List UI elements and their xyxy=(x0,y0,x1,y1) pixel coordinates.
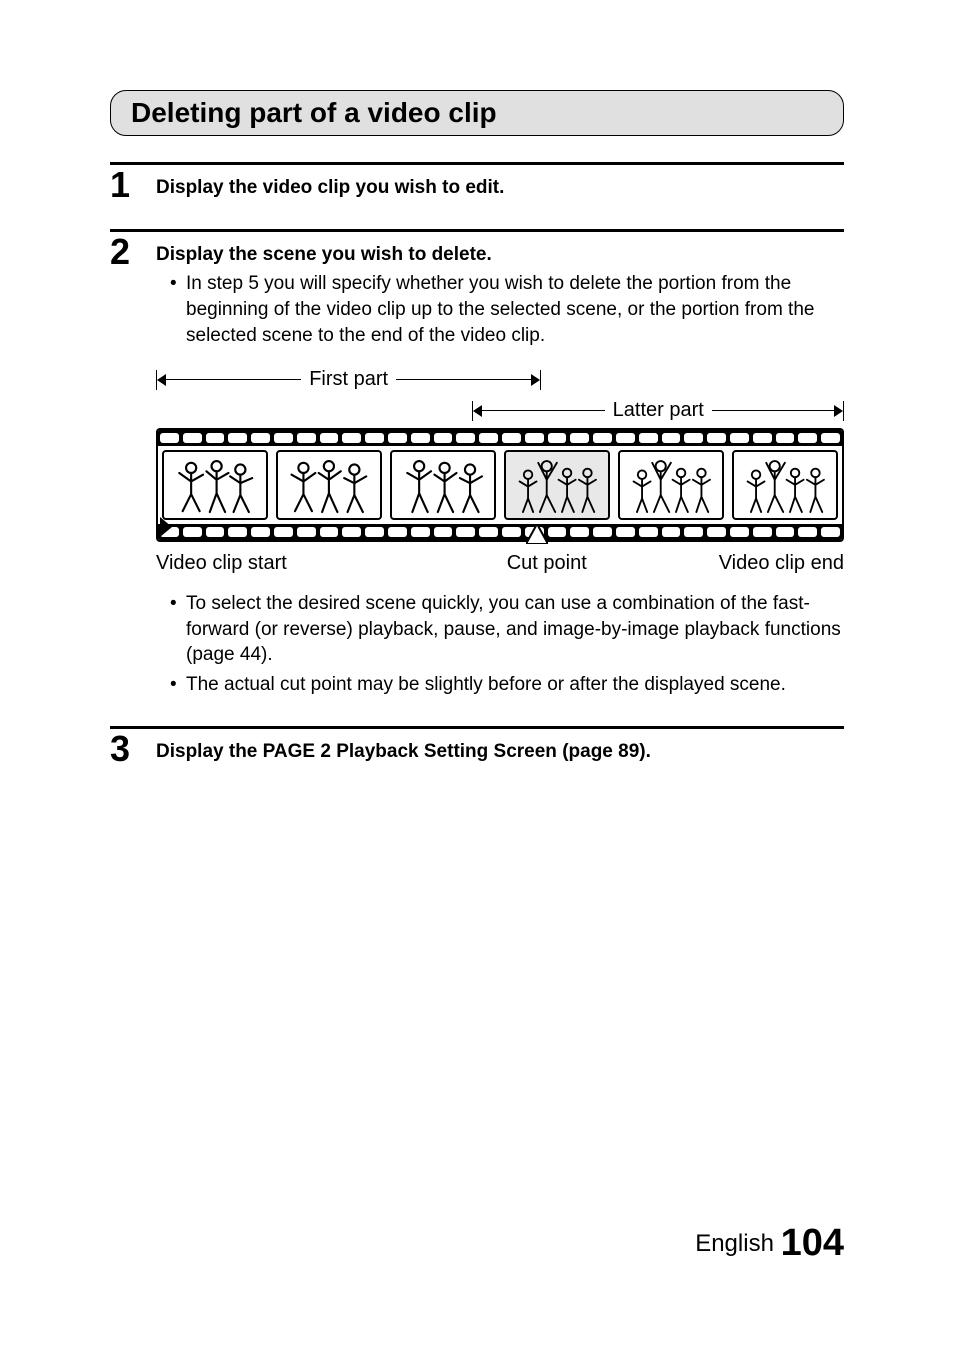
step-bullet: The actual cut point may be slightly bef… xyxy=(170,672,844,698)
frame-thumbnail xyxy=(618,450,724,520)
step-bullet: In step 5 you will specify whether you w… xyxy=(170,271,844,348)
arrow-left-icon xyxy=(473,405,482,417)
dancer-icon xyxy=(169,456,261,515)
cut-marker-icon xyxy=(526,524,548,544)
step-heading: Display the scene you wish to delete. xyxy=(156,242,844,268)
cut-point-label: Cut point xyxy=(507,550,587,577)
footer-page-number: 104 xyxy=(781,1222,844,1264)
dancer-group-icon xyxy=(511,456,603,515)
step-number: 1 xyxy=(110,167,156,203)
step-number: 2 xyxy=(110,234,156,270)
filmstrip xyxy=(156,428,844,542)
latter-part-label: Latter part xyxy=(605,397,712,424)
range-stop-right xyxy=(843,401,844,421)
section-title: Deleting part of a video clip xyxy=(131,97,823,129)
frame-thumbnail xyxy=(162,450,268,520)
dancer-group-icon xyxy=(625,456,717,515)
first-part-label: First part xyxy=(301,366,396,393)
frame-thumbnail-selected xyxy=(504,450,610,520)
frame-thumbnail xyxy=(732,450,838,520)
step-2: 2 Display the scene you wish to delete. … xyxy=(110,229,844,702)
frame-thumbnail xyxy=(390,450,496,520)
step-3: 3 Display the PAGE 2 Playback Setting Sc… xyxy=(110,726,844,769)
section-title-bar: Deleting part of a video clip xyxy=(110,90,844,136)
start-marker-icon xyxy=(158,517,174,545)
dancer-icon xyxy=(397,456,489,515)
arrow-right-icon xyxy=(834,405,843,417)
range-stop-right xyxy=(540,370,541,390)
clip-diagram: First part Latter part xyxy=(156,366,844,577)
dancer-group-icon xyxy=(739,456,831,515)
step-number: 3 xyxy=(110,731,156,767)
footer-language: English xyxy=(695,1230,774,1257)
arrow-right-icon xyxy=(531,374,540,386)
clip-end-label: Video clip end xyxy=(719,550,844,577)
clip-start-label: Video clip start xyxy=(156,550,287,577)
frame-thumbnail xyxy=(276,450,382,520)
step-bullet: To select the desired scene quickly, you… xyxy=(170,591,844,668)
dancer-icon xyxy=(283,456,375,515)
film-perforations xyxy=(158,524,842,540)
step-heading: Display the video clip you wish to edit. xyxy=(156,175,844,201)
step-1: 1 Display the video clip you wish to edi… xyxy=(110,162,844,205)
page-footer: English 104 xyxy=(695,1222,844,1265)
film-perforations xyxy=(158,430,842,446)
step-heading: Display the PAGE 2 Playback Setting Scre… xyxy=(156,739,844,765)
arrow-left-icon xyxy=(157,374,166,386)
